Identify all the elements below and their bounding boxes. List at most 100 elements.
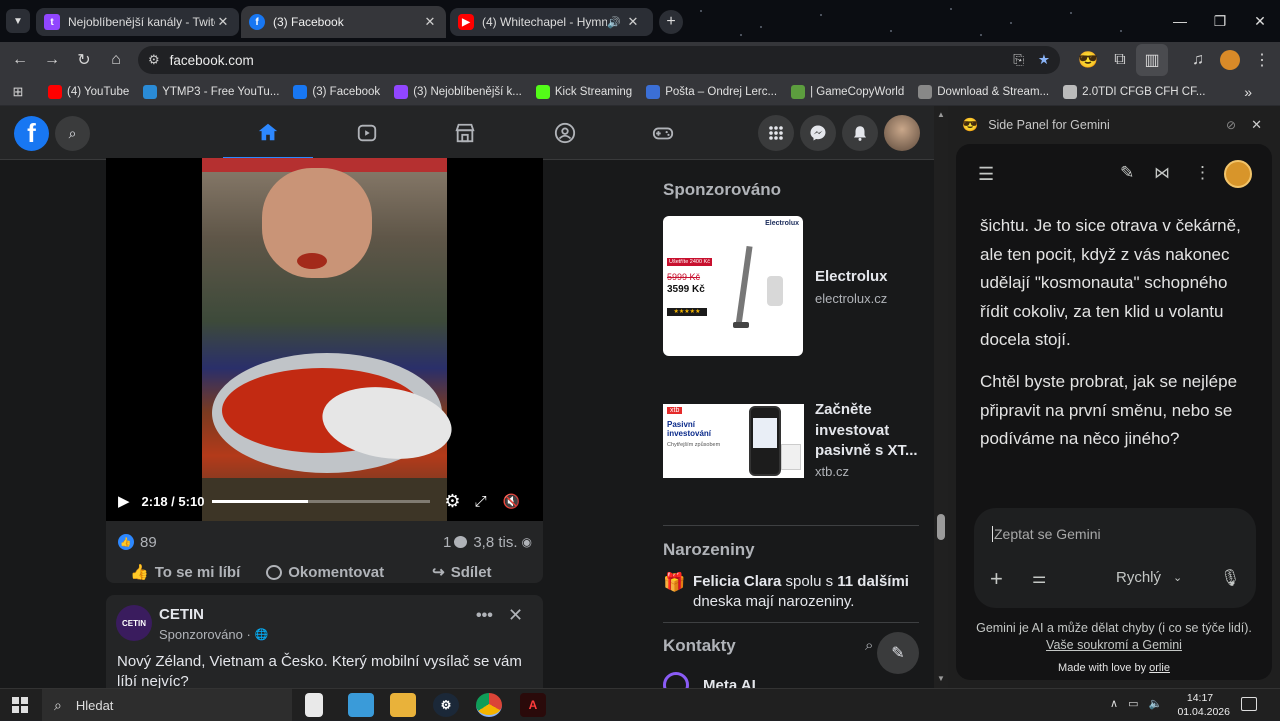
play-icon[interactable]: ▶ xyxy=(118,492,130,510)
cetin-logo[interactable]: CETIN xyxy=(116,605,152,641)
menu-grid-icon[interactable] xyxy=(758,115,794,151)
reload-button[interactable]: ↻ xyxy=(68,44,100,76)
bookmark-item[interactable]: YTMP3 - Free YouTu... xyxy=(143,84,279,99)
bookmark-star-icon[interactable]: ★ xyxy=(1038,52,1050,68)
tab-twitch[interactable]: t Nejoblíbenější kanály - Twitch ✕ xyxy=(36,8,239,36)
post-options-icon[interactable]: ••• xyxy=(476,607,493,625)
fullscreen-icon[interactable]: ⤢ xyxy=(475,493,487,510)
bookmark-item[interactable]: Pošta – Ondrej Lerc... xyxy=(646,84,777,99)
chrome-icon[interactable] xyxy=(476,693,502,717)
close-icon[interactable]: ✕ xyxy=(215,14,231,30)
gaming-tab[interactable] xyxy=(618,106,708,160)
account-avatar[interactable] xyxy=(884,115,920,151)
marketplace-tab[interactable] xyxy=(420,106,510,160)
file-explorer-icon[interactable] xyxy=(390,693,416,717)
author-link[interactable]: orlie xyxy=(1149,662,1170,674)
bookmark-item[interactable]: (4) YouTube xyxy=(48,84,129,99)
notifications-icon[interactable] xyxy=(1241,697,1257,711)
volume-icon[interactable]: 🔈 xyxy=(1148,697,1162,710)
image-viewer-icon[interactable] xyxy=(348,693,374,717)
install-app-icon[interactable]: ⎘ xyxy=(1013,52,1024,68)
ad-electrolux[interactable]: Electrolux Ušetříte 2400 Kč 5999 Kč 3599… xyxy=(663,216,921,356)
steam-icon[interactable]: ⚙ xyxy=(433,693,459,717)
page-name[interactable]: CETIN xyxy=(159,606,204,623)
privacy-link[interactable]: Vaše soukromí a Gemini xyxy=(1046,638,1182,652)
mute-icon[interactable]: 🔇 xyxy=(503,493,520,510)
close-icon[interactable]: ✕ xyxy=(625,14,641,30)
search-icon[interactable]: ⌕ xyxy=(55,116,90,151)
prompt-input[interactable]: Zeptat se Gemini xyxy=(992,526,1101,542)
close-panel-icon[interactable]: ✕ xyxy=(1251,117,1262,133)
close-icon[interactable]: ✕ xyxy=(422,14,438,30)
microphone-icon[interactable]: 🎙 xyxy=(1220,568,1240,588)
more-options-icon[interactable]: ⋮ xyxy=(1194,163,1211,183)
notifications-bell-icon[interactable] xyxy=(842,115,878,151)
tools-sliders-icon[interactable]: ⚌ xyxy=(1032,568,1046,588)
extensions-puzzle-icon[interactable]: ⧉ xyxy=(1104,44,1136,76)
like-button[interactable]: 👍 To se mi líbí xyxy=(130,563,240,582)
minimize-button[interactable]: — xyxy=(1160,0,1200,42)
new-tab-button[interactable]: + xyxy=(659,10,683,34)
scroll-thumb[interactable] xyxy=(937,514,945,540)
facebook-logo[interactable]: f xyxy=(14,116,49,151)
media-controls-icon[interactable]: ♫ xyxy=(1182,44,1214,76)
bookmark-item[interactable]: Kick Streaming xyxy=(535,84,632,99)
video-player[interactable]: ▶ 2:18 / 5:10 ⚙ ⤢ 🔇 xyxy=(106,158,543,521)
close-window-button[interactable]: ✕ xyxy=(1240,0,1280,42)
video-progress-track[interactable] xyxy=(212,499,431,503)
bookmark-item[interactable]: Download & Stream... xyxy=(918,84,1049,99)
messenger-icon[interactable] xyxy=(800,115,836,151)
birthday-notice[interactable]: 🎁 Felicia Clara spolu s 11 dalšími dnesk… xyxy=(663,572,921,612)
bookmark-item[interactable]: (3) Facebook xyxy=(293,84,380,99)
taskbar-search[interactable]: ⌕ Hledat xyxy=(42,689,292,721)
network-icon[interactable]: ▭ xyxy=(1128,697,1138,710)
bookmark-item[interactable]: | GameCopyWorld xyxy=(791,84,904,99)
back-button[interactable]: ← xyxy=(4,44,36,76)
tab-search-button[interactable]: ▼ xyxy=(6,9,30,33)
contacts-search-icon[interactable]: ⌕ xyxy=(865,637,873,654)
hide-post-close-icon[interactable]: ✕ xyxy=(508,605,523,626)
forward-button[interactable]: → xyxy=(36,44,68,76)
address-bar[interactable]: ⚙ facebook.com ⎘ ★ xyxy=(138,46,1060,74)
menu-kebab-icon[interactable]: ⋮ xyxy=(1246,44,1278,76)
add-attachment-icon[interactable]: + xyxy=(990,566,1003,592)
page-scrollbar[interactable]: ▲ ▼ xyxy=(934,106,948,688)
site-info-icon[interactable]: ⚙ xyxy=(148,52,160,68)
more-bookmarks-icon[interactable]: » xyxy=(1244,84,1252,100)
extension-emoji-icon[interactable]: 😎 xyxy=(1072,44,1104,76)
hamburger-menu-icon[interactable]: ☰ xyxy=(978,164,994,185)
comment-button[interactable]: Okomentovat xyxy=(266,564,384,581)
user-avatar[interactable] xyxy=(1224,160,1252,188)
video-tab[interactable] xyxy=(322,106,412,160)
scroll-down-arrow[interactable]: ▼ xyxy=(937,674,945,683)
bookmark-item[interactable]: 2.0TDI CFGB CFH CF... xyxy=(1063,84,1205,99)
bookmark-item[interactable]: (3) Nejoblíbenější k... xyxy=(394,84,522,99)
start-button[interactable] xyxy=(12,697,28,713)
groups-tab[interactable] xyxy=(520,106,610,160)
tab-facebook[interactable]: f (3) Facebook ✕ xyxy=(241,6,446,38)
file-icon[interactable] xyxy=(305,693,323,717)
meta-ai-contact[interactable]: Meta AI xyxy=(663,672,756,688)
ad-xtb[interactable]: xtb Pasivní investování Chytřejším způso… xyxy=(663,401,921,480)
scroll-up-arrow[interactable]: ▲ xyxy=(937,110,945,119)
unpin-icon[interactable]: ⊘ xyxy=(1226,118,1236,132)
home-tab[interactable] xyxy=(223,106,313,160)
profile-avatar[interactable] xyxy=(1214,44,1246,76)
new-message-button[interactable]: ✎ xyxy=(877,632,919,674)
new-chat-icon[interactable]: ✎ xyxy=(1120,163,1134,183)
clock[interactable]: 14:17 01.04.2026 xyxy=(1170,691,1230,719)
speaker-icon[interactable]: 🔊 xyxy=(607,16,625,29)
share-button[interactable]: ↪ Sdílet xyxy=(432,563,491,582)
settings-gear-icon[interactable]: ⚙ xyxy=(444,491,460,512)
home-button[interactable]: ⌂ xyxy=(100,44,132,76)
tray-chevron-icon[interactable]: ∧ xyxy=(1110,697,1118,710)
side-panel-icon[interactable]: ▥ xyxy=(1136,44,1168,76)
mode-selector[interactable]: Rychlý ⌄ xyxy=(1116,569,1182,586)
adobe-icon[interactable]: A xyxy=(520,693,546,717)
comment-count[interactable]: 1 xyxy=(443,534,451,551)
maximize-button[interactable]: ❐ xyxy=(1200,0,1240,42)
apps-grid-icon[interactable]: ⊞ xyxy=(2,76,34,108)
tab-youtube[interactable]: ▶ (4) Whitechapel - Hymns in 🔊 ✕ xyxy=(450,8,653,36)
sponsored-label[interactable]: Sponzorováno · xyxy=(159,627,251,642)
share-icon[interactable]: ⋈ xyxy=(1154,163,1170,183)
